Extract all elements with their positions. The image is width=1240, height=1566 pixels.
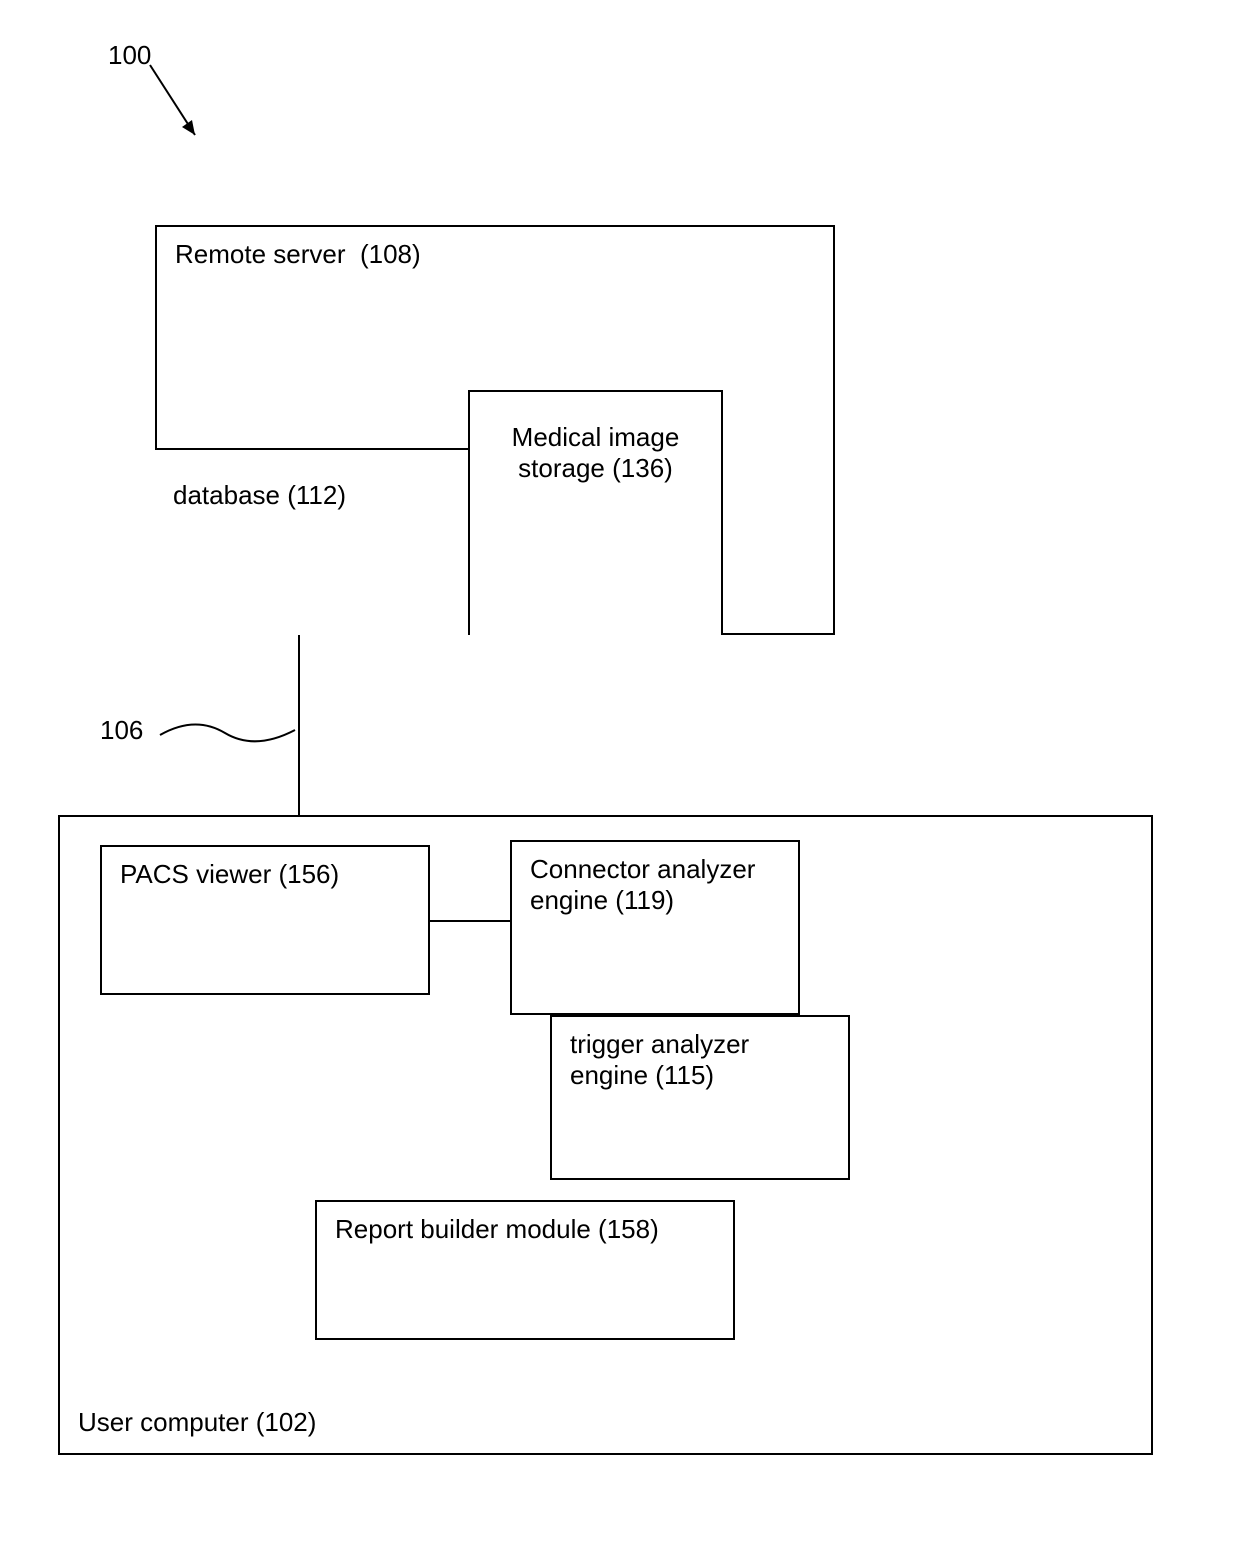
report-builder-box: Report builder module (158): [315, 1200, 735, 1340]
pacs-connector-line: [430, 920, 510, 922]
report-builder-label: Report builder module (158): [335, 1214, 715, 1245]
database-box: database (112): [155, 448, 470, 635]
database-label: database (112): [173, 480, 346, 511]
medical-storage-box: Medical image storage (136): [468, 390, 723, 635]
arrow-icon: [140, 55, 220, 155]
connector-engine-box: Connector analyzer engine (119): [510, 840, 800, 1015]
remote-server-title: Remote server (108): [175, 239, 815, 270]
medical-storage-label: Medical image storage (136): [488, 422, 703, 484]
trigger-engine-box: trigger analyzer engine (115): [550, 1015, 850, 1180]
tilde-connector-icon: [155, 715, 300, 755]
trigger-engine-label: trigger analyzer engine (115): [570, 1029, 830, 1091]
user-computer-title: User computer (102): [78, 1407, 316, 1438]
connector-engine-label: Connector analyzer engine (119): [530, 854, 780, 916]
connector-ref-label: 106: [100, 715, 143, 746]
pacs-viewer-box: PACS viewer (156): [100, 845, 430, 995]
pacs-viewer-label: PACS viewer (156): [120, 859, 410, 890]
